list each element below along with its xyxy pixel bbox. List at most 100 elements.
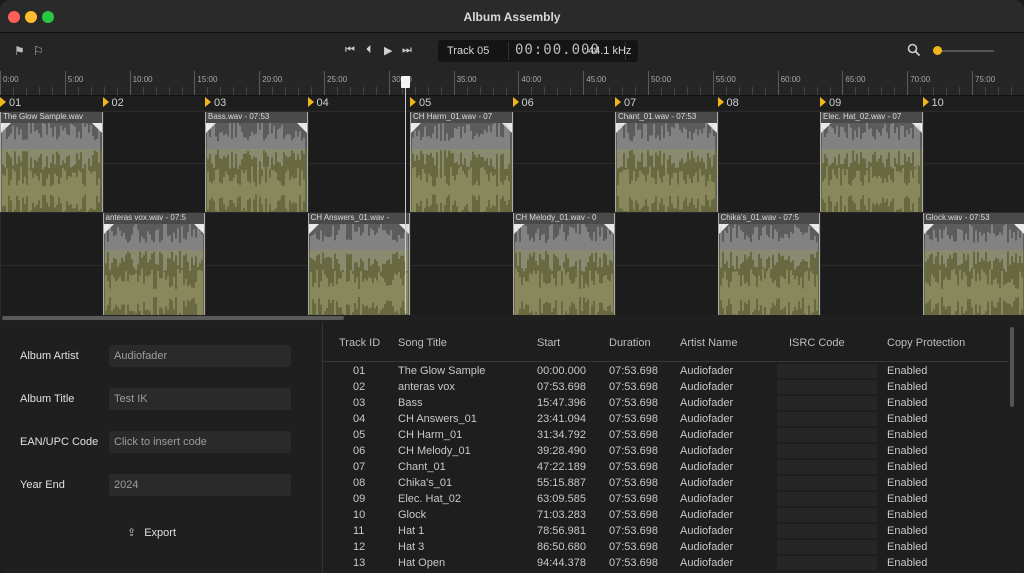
skip-back-button[interactable]: ⏮ [345,44,356,57]
track-marker[interactable]: 06 [512,97,534,109]
table-cell: 07:53.698 [609,541,658,553]
table-row[interactable]: 13 Hat Open 94:44.378 07:53.698 Audiofader En… [323,555,1009,571]
track-marker[interactable]: 08 [717,97,739,109]
ruler-minor-tick [376,87,377,95]
table-cell: 13 [353,557,366,569]
table-row[interactable]: 12 Hat 3 86:50.680 07:53.698 Audiofader Enabl… [323,539,1009,555]
ruler-label: 10:00 [132,75,153,84]
export-button[interactable]: ⇪ Export [127,526,176,539]
table-cell: anteras vox [398,381,455,393]
zoom-slider-knob[interactable] [933,46,942,55]
table-row[interactable]: 07 Chant_01 47:22.189 07:53.698 Audiofader En… [323,459,1009,475]
isrc-cell-field[interactable] [777,364,877,378]
isrc-cell-field[interactable] [777,492,877,506]
table-cell: Audiofader [680,477,734,489]
track-marker[interactable]: 10 [922,97,944,109]
column-header[interactable]: ISRC Code [789,337,845,349]
isrc-cell-field[interactable] [777,460,877,474]
flag-icon[interactable]: ⚐ [33,44,44,58]
table-cell: 04 [353,413,366,425]
table-row[interactable]: 09 Elec. Hat_02 63:09.585 07:53.698 Audiofad… [323,491,1009,507]
flag-icon[interactable]: ⚑ [14,44,25,58]
track-marker-label: 03 [214,97,227,109]
table-row[interactable]: 08 Chika's_01 55:15.887 07:53.698 Audiofader… [323,475,1009,491]
isrc-cell-field[interactable] [777,412,877,426]
column-header[interactable]: Song Title [398,337,447,349]
table-row[interactable]: 02 anteras vox 07:53.698 07:53.698 Audiofade… [323,379,1009,395]
year-end-field[interactable]: 2024 [109,474,291,496]
play-button[interactable]: ▶ [384,44,393,57]
table-cell: 23:41.094 [537,413,586,425]
audio-clip[interactable]: anteras vox.wav - 07:5 [102,213,205,316]
ruler-tick [712,71,714,95]
table-row[interactable]: 04 CH Answers_01 23:41.094 07:53.698 Audiofa… [323,411,1009,427]
previous-track-button[interactable]: ⏴ [366,44,373,57]
column-header[interactable]: Copy Protection [887,337,965,349]
table-cell: Enabled [887,557,928,569]
table-row[interactable]: 10 Glock 71:03.283 07:53.698 Audiofader Enabl… [323,507,1009,523]
ruler-tick [194,71,196,95]
track-marker[interactable]: 04 [307,97,329,109]
audio-clip[interactable]: CH Melody_01.wav - 0 [512,213,615,316]
isrc-cell-field[interactable] [777,524,877,538]
audio-clip[interactable]: Chant_01.wav - 07:53 [615,112,718,213]
album-title-field[interactable]: Test IK [109,388,291,410]
table-cell: Audiofader [680,413,734,425]
audio-clip[interactable]: Elec. Hat_02.wav - 07 [820,112,923,213]
track-marker[interactable]: 02 [102,97,124,109]
lower-lane: anteras vox.wav - 07:5 CH Answers_01.wav … [0,212,1024,316]
ruler-minor-tick [350,87,351,95]
waveform-icon [720,224,817,316]
isrc-cell-field[interactable] [777,396,877,410]
track-marker[interactable]: 07 [615,97,636,109]
table-cell: 07:53.698 [609,365,658,377]
audio-clip[interactable]: CH Harm_01.wav - 07 [410,112,513,213]
table-row[interactable]: 03 Bass 15:47.396 07:53.698 Audiofader Enable… [323,395,1009,411]
timeline-scrollbar[interactable] [0,315,1024,321]
track-marker[interactable]: 03 [205,97,226,109]
playhead-handle[interactable] [401,76,410,88]
track-marker[interactable]: 01 [0,97,21,109]
skip-forward-button[interactable]: ⏭ [402,44,413,57]
column-header[interactable]: Duration [609,337,651,349]
column-header[interactable]: Start [537,337,560,349]
ruler-minor-tick [440,87,442,95]
track-marker[interactable]: 09 [820,97,841,109]
table-row[interactable]: 06 CH Melody_01 39:28.490 07:53.698 Audiofad… [323,443,1009,459]
isrc-cell-field[interactable] [777,444,877,458]
column-header[interactable]: Track ID [339,337,380,349]
table-cell: 07:53.698 [537,381,586,393]
isrc-cell-field[interactable] [777,540,877,554]
table-scrollbar[interactable] [1010,327,1014,407]
audio-clip[interactable]: Chika's_01.wav - 07:5 [717,213,820,316]
ruler-label: 35:00 [456,75,477,84]
track-readout: Track 05 [447,45,490,57]
ean-code-field[interactable]: Click to insert code [109,431,291,453]
album-artist-field[interactable]: Audiofader [109,345,291,367]
column-header[interactable]: Artist Name [680,337,737,349]
isrc-cell-field[interactable] [777,428,877,442]
table-row[interactable]: 01 The Glow Sample 00:00.000 07:53.698 Audio… [323,363,1009,379]
ruler-minor-tick [207,87,209,95]
zoom-slider[interactable] [938,50,994,52]
ruler-minor-tick [466,87,468,95]
table-cell: 39:28.490 [537,445,586,457]
track-marker[interactable]: 05 [410,97,431,109]
ruler-tick [777,71,779,95]
isrc-cell-field[interactable] [777,508,877,522]
table-row[interactable]: 11 Hat 1 78:56.981 07:53.698 Audiofader Enabl… [323,523,1009,539]
audio-clip[interactable]: Bass.wav - 07:53 [205,112,308,213]
audio-clip[interactable]: The Glow Sample.wav [0,112,103,213]
track-marker-label: 08 [726,97,739,109]
audio-clip[interactable]: Glock.wav - 07:53 [922,213,1024,316]
timeline-ruler[interactable]: 0:005:0010:0015:0020:0025:0030:0035:0040… [0,71,1024,96]
search-icon[interactable] [906,42,922,58]
audio-clip[interactable]: CH Answers_01.wav - [307,213,410,316]
isrc-cell-field[interactable] [777,476,877,490]
track-marker-label: 02 [111,97,124,109]
isrc-cell-field[interactable] [777,556,877,570]
timeline-scroll-thumb[interactable] [2,316,344,320]
isrc-cell-field[interactable] [777,380,877,394]
table-row[interactable]: 05 CH Harm_01 31:34.792 07:53.698 Audiofader… [323,427,1009,443]
table-cell: Audiofader [680,365,734,377]
